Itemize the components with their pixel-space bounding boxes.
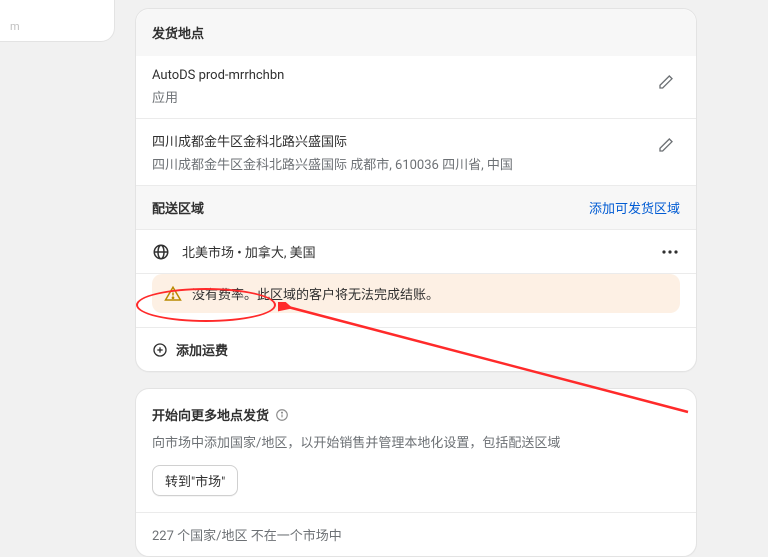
add-shipping-rate-label: 添加运费 bbox=[176, 340, 228, 359]
no-rate-warning: 没有费率。此区域的客户将无法完成结账。 bbox=[152, 274, 680, 313]
delivery-zones-subheader: 配送区域 添加可发货区域 bbox=[136, 185, 696, 229]
more-icon bbox=[662, 250, 678, 254]
zone-row: 北美市场 • 加拿大, 美国 bbox=[136, 229, 696, 273]
location-row: 四川成都金牛区金科北路兴盛国际 四川成都金牛区金科北路兴盛国际 成都市, 610… bbox=[136, 118, 696, 185]
warning-text: 没有费率。此区域的客户将无法完成结账。 bbox=[192, 284, 439, 303]
location-name: 四川成都金牛区金科北路兴盛国际 bbox=[152, 131, 513, 150]
add-zone-link[interactable]: 添加可发货区域 bbox=[589, 198, 680, 217]
shipping-location-card: 发货地点 AutoDS prod-mrrhchbn 应用 四川成都金牛区金科北路… bbox=[135, 8, 697, 372]
shipping-location-header: 发货地点 bbox=[136, 9, 696, 56]
pencil-icon bbox=[658, 137, 674, 153]
sidebar-stub: m bbox=[0, 0, 115, 42]
countries-footer-note: 227 个国家/地区 不在一个市场中 bbox=[136, 512, 696, 556]
location-subtext: 四川成都金牛区金科北路兴盛国际 成都市, 610036 四川省, 中国 bbox=[152, 154, 513, 173]
location-name: AutoDS prod-mrrhchbn bbox=[152, 68, 284, 83]
warning-icon bbox=[164, 285, 182, 303]
zone-title: 北美市场 • 加拿大, 美国 bbox=[182, 242, 648, 261]
main-column: 发货地点 AutoDS prod-mrrhchbn 应用 四川成都金牛区金科北路… bbox=[135, 8, 697, 557]
globe-icon bbox=[152, 243, 170, 261]
edit-location-button[interactable] bbox=[652, 68, 680, 96]
warning-wrap: 没有费率。此区域的客户将无法完成结账。 bbox=[136, 273, 696, 327]
more-locations-desc: 向市场中添加国家/地区，以开始销售并管理本地化设置，包括配送区域 bbox=[152, 432, 680, 451]
pencil-icon bbox=[658, 74, 674, 90]
location-row: AutoDS prod-mrrhchbn 应用 bbox=[136, 56, 696, 118]
go-to-markets-button[interactable]: 转到"市场" bbox=[152, 465, 238, 496]
zone-more-button[interactable] bbox=[660, 250, 680, 254]
delivery-zones-label: 配送区域 bbox=[152, 198, 204, 217]
info-icon bbox=[275, 408, 289, 422]
edit-location-button[interactable] bbox=[652, 131, 680, 159]
more-locations-title: 开始向更多地点发货 bbox=[152, 405, 680, 424]
plus-circle-icon bbox=[152, 342, 168, 358]
add-shipping-rate-button[interactable]: 添加运费 bbox=[136, 327, 696, 371]
more-locations-card: 开始向更多地点发货 向市场中添加国家/地区，以开始销售并管理本地化设置，包括配送… bbox=[135, 388, 697, 557]
location-subtext: 应用 bbox=[152, 87, 284, 106]
